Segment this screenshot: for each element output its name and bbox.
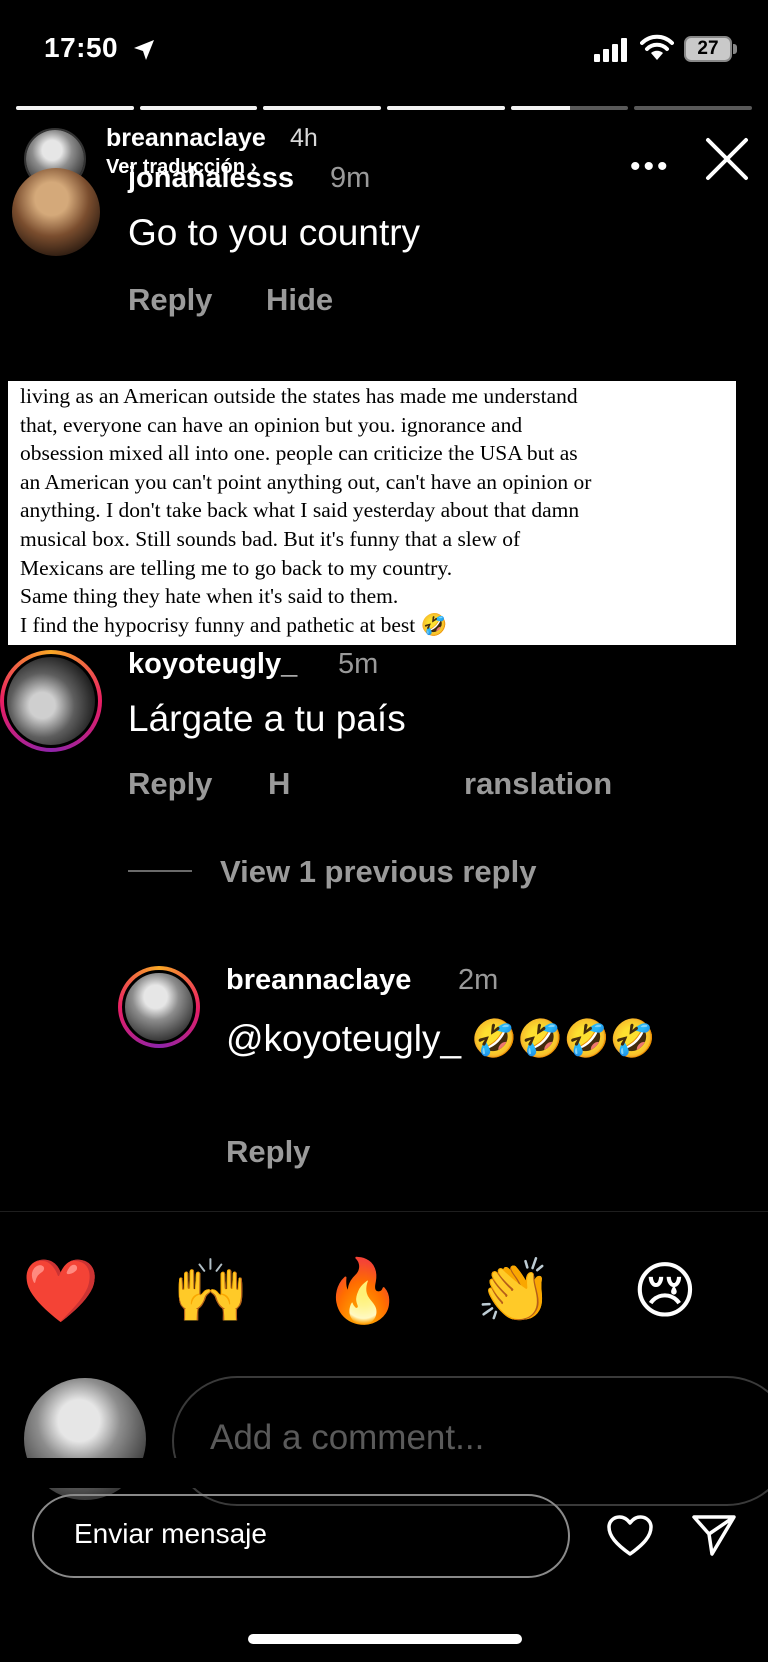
hide-button[interactable]: Hide [266,282,333,318]
comment-time: 9m [330,162,371,194]
progress-segment [139,106,258,110]
hide-button[interactable]: H [268,766,290,802]
comment-time: 5m [338,648,379,680]
thread-line [128,870,192,872]
reply-author-avatar[interactable] [118,966,200,1048]
comment-text: Lárgate a tu país [128,698,406,739]
close-icon[interactable] [704,136,750,182]
heart-icon[interactable] [606,1514,654,1558]
wifi-icon [640,34,674,60]
reply-time: 2m [458,964,499,996]
story-posted-time: 4h [290,124,318,152]
battery-indicator: 27 [684,36,732,62]
reply-text: @koyoteugly_ 🤣🤣🤣🤣 [226,1018,656,1059]
home-indicator [248,1634,522,1644]
commenter-avatar[interactable] [0,650,102,752]
see-translation-button[interactable]: ranslation [464,766,612,802]
reply-button[interactable]: Reply [128,766,212,802]
view-previous-replies-button[interactable]: View 1 previous reply [220,854,536,890]
reaction-raised-hands[interactable]: 🙌 [166,1257,256,1327]
progress-segment [263,106,382,110]
reply-button[interactable]: Reply [226,1134,310,1170]
story-progress-bar [16,106,753,110]
story-author-username[interactable]: breannaclaye [106,124,266,153]
status-time: 17:50 [44,32,119,63]
battery-tip [733,44,737,54]
progress-segment [387,106,505,110]
reaction-crying[interactable]: 😢 [620,1257,710,1327]
comment-username[interactable]: jonahalesss [128,162,294,195]
comment-username[interactable]: koyoteugly_ [128,648,297,681]
progress-segment [510,106,629,110]
reaction-heart[interactable]: ❤️ [16,1257,106,1327]
panel-edge [0,1458,768,1488]
progress-segment [634,106,753,110]
reaction-clap[interactable]: 👏 [470,1257,560,1327]
send-message-placeholder: Enviar mensaje [74,1518,267,1549]
more-options-icon[interactable]: ••• [630,150,671,184]
reply-button[interactable]: Reply [128,282,212,318]
cellular-signal-icon [594,38,627,62]
commenter-avatar[interactable] [12,168,100,256]
send-icon[interactable] [690,1512,738,1558]
add-comment-placeholder: Add a comment... [210,1418,485,1457]
progress-segment [16,106,134,110]
comment-text: Go to you country [128,212,421,253]
reaction-fire[interactable]: 🔥 [318,1257,408,1327]
location-arrow-icon [134,40,154,60]
reply-username[interactable]: breannaclaye [226,964,411,997]
story-text-overlay: living as an American outside the states… [8,381,736,645]
divider [0,1211,768,1212]
